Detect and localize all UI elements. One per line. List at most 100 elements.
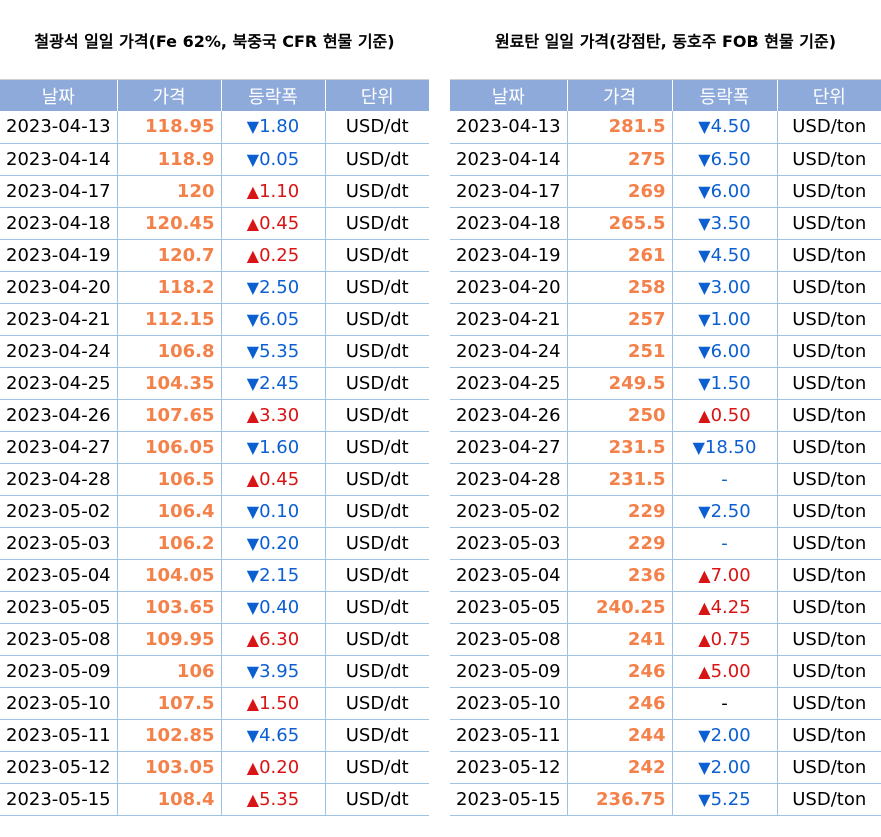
- row-change: -: [672, 687, 778, 720]
- row-change: ▲0.45: [221, 463, 326, 496]
- row-price: 106.4: [117, 495, 222, 528]
- triangle-down-icon: ▼: [698, 725, 711, 745]
- row-price: 120.45: [117, 207, 222, 240]
- triangle-down-icon: ▼: [698, 309, 711, 329]
- row-unit: USD/ton: [777, 239, 881, 272]
- triangle-down-icon: ▼: [698, 373, 711, 393]
- triangle-down-icon: ▼: [246, 373, 260, 393]
- change-value: 0.25: [259, 244, 300, 266]
- table-row: 2023-04-17 269 ▼6.00 USD/ton: [450, 175, 881, 208]
- row-change: ▲6.30: [221, 623, 326, 656]
- triangle-up-icon: ▲: [246, 789, 260, 809]
- row-date: 2023-05-12: [450, 751, 568, 784]
- table-row: 2023-04-18 265.5 ▼3.50 USD/ton: [450, 207, 881, 240]
- change-value: 0.45: [259, 468, 300, 490]
- row-change: ▼5.35: [221, 335, 326, 368]
- row-price: 112.15: [117, 303, 222, 336]
- table-row: 2023-04-24 251 ▼6.00 USD/ton: [450, 335, 881, 368]
- row-price: 229: [567, 527, 673, 560]
- row-date: 2023-05-08: [450, 623, 568, 656]
- triangle-down-icon: ▼: [698, 341, 711, 361]
- table-row: 2023-04-27 231.5 ▼18.50 USD/ton: [450, 431, 881, 464]
- row-change: ▼5.25: [672, 783, 778, 816]
- row-change: ▼3.95: [221, 655, 326, 688]
- triangle-down-icon: ▼: [246, 277, 260, 297]
- row-date: 2023-04-26: [0, 399, 118, 432]
- row-price: 103.05: [117, 751, 222, 784]
- row-unit: USD/ton: [777, 719, 881, 752]
- table-row: 2023-05-08 241 ▲0.75 USD/ton: [450, 623, 881, 656]
- triangle-up-icon: ▲: [246, 629, 260, 649]
- row-price: 118.95: [117, 111, 222, 144]
- row-unit: USD/dt: [325, 463, 429, 496]
- row-change: ▲3.30: [221, 399, 326, 432]
- row-price: 240.25: [567, 591, 673, 624]
- change-value: 5.25: [710, 788, 751, 810]
- row-unit: USD/dt: [325, 271, 429, 304]
- row-price: 275: [567, 143, 673, 176]
- change-value: 3.95: [259, 660, 300, 682]
- row-unit: USD/ton: [777, 559, 881, 592]
- table-row: 2023-05-11 244 ▼2.00 USD/ton: [450, 719, 881, 752]
- row-price: 106: [117, 655, 222, 688]
- row-date: 2023-05-05: [450, 591, 568, 624]
- row-price: 231.5: [567, 463, 673, 496]
- table-row: 2023-05-05 240.25 ▲4.25 USD/ton: [450, 591, 881, 624]
- row-unit: USD/dt: [325, 719, 429, 752]
- row-price: 118.2: [117, 271, 222, 304]
- change-value: 18.50: [704, 436, 757, 458]
- row-price: 249.5: [567, 367, 673, 400]
- coking-coal-panel: 원료탄 일일 가격(강점탄, 동호주 FOB 현물 기준) 날짜 가격 등락폭 …: [450, 0, 881, 816]
- row-price: 231.5: [567, 431, 673, 464]
- row-change: ▼1.80: [221, 111, 326, 144]
- row-unit: USD/dt: [325, 239, 429, 272]
- row-date: 2023-05-08: [0, 623, 118, 656]
- row-date: 2023-05-03: [0, 527, 118, 560]
- row-date: 2023-05-02: [450, 495, 568, 528]
- row-date: 2023-04-17: [0, 175, 118, 208]
- table-row: 2023-05-08 109.95 ▲6.30 USD/dt: [0, 623, 429, 656]
- triangle-down-icon: ▼: [698, 149, 711, 169]
- row-price: 120: [117, 175, 222, 208]
- table-row: 2023-05-05 103.65 ▼0.40 USD/dt: [0, 591, 429, 624]
- row-price: 103.65: [117, 591, 222, 624]
- triangle-down-icon: ▼: [698, 117, 711, 137]
- row-unit: USD/dt: [325, 431, 429, 464]
- change-value: 2.00: [710, 756, 751, 778]
- row-change: ▼2.50: [672, 495, 778, 528]
- row-change: ▲0.75: [672, 623, 778, 656]
- change-value: 5.00: [710, 660, 751, 682]
- change-value: -: [721, 532, 728, 554]
- row-price: 229: [567, 495, 673, 528]
- iron-ore-rows: 2023-04-13 118.95 ▼1.80 USD/dt 2023-04-14 118…: [0, 111, 429, 816]
- table-row: 2023-04-17 120 ▲1.10 USD/dt: [0, 175, 429, 208]
- row-unit: USD/ton: [777, 431, 881, 464]
- change-value: 4.50: [710, 244, 751, 266]
- row-unit: USD/dt: [325, 591, 429, 624]
- row-date: 2023-04-28: [0, 463, 118, 496]
- table-row: 2023-04-26 250 ▲0.50 USD/ton: [450, 399, 881, 432]
- row-unit: USD/ton: [777, 495, 881, 528]
- header-date: 날짜: [0, 80, 118, 111]
- table-row: 2023-04-14 275 ▼6.50 USD/ton: [450, 143, 881, 176]
- row-unit: USD/dt: [325, 143, 429, 176]
- row-date: 2023-04-27: [0, 431, 118, 464]
- row-unit: USD/ton: [777, 783, 881, 816]
- row-price: 106.05: [117, 431, 222, 464]
- row-change: ▲5.35: [221, 783, 326, 816]
- row-price: 236: [567, 559, 673, 592]
- table-row: 2023-04-21 112.15 ▼6.05 USD/dt: [0, 303, 429, 336]
- triangle-down-icon: ▼: [692, 437, 705, 457]
- row-change: ▲7.00: [672, 559, 778, 592]
- row-unit: USD/ton: [777, 751, 881, 784]
- triangle-down-icon: ▼: [246, 117, 260, 137]
- change-value: 2.50: [259, 276, 300, 298]
- row-change: ▲0.20: [221, 751, 326, 784]
- header-unit: 단위: [777, 80, 881, 111]
- row-date: 2023-05-03: [450, 527, 568, 560]
- row-price: 118.9: [117, 143, 222, 176]
- row-date: 2023-04-20: [450, 271, 568, 304]
- row-date: 2023-05-15: [450, 783, 568, 816]
- change-value: 3.00: [710, 276, 751, 298]
- triangle-up-icon: ▲: [246, 405, 260, 425]
